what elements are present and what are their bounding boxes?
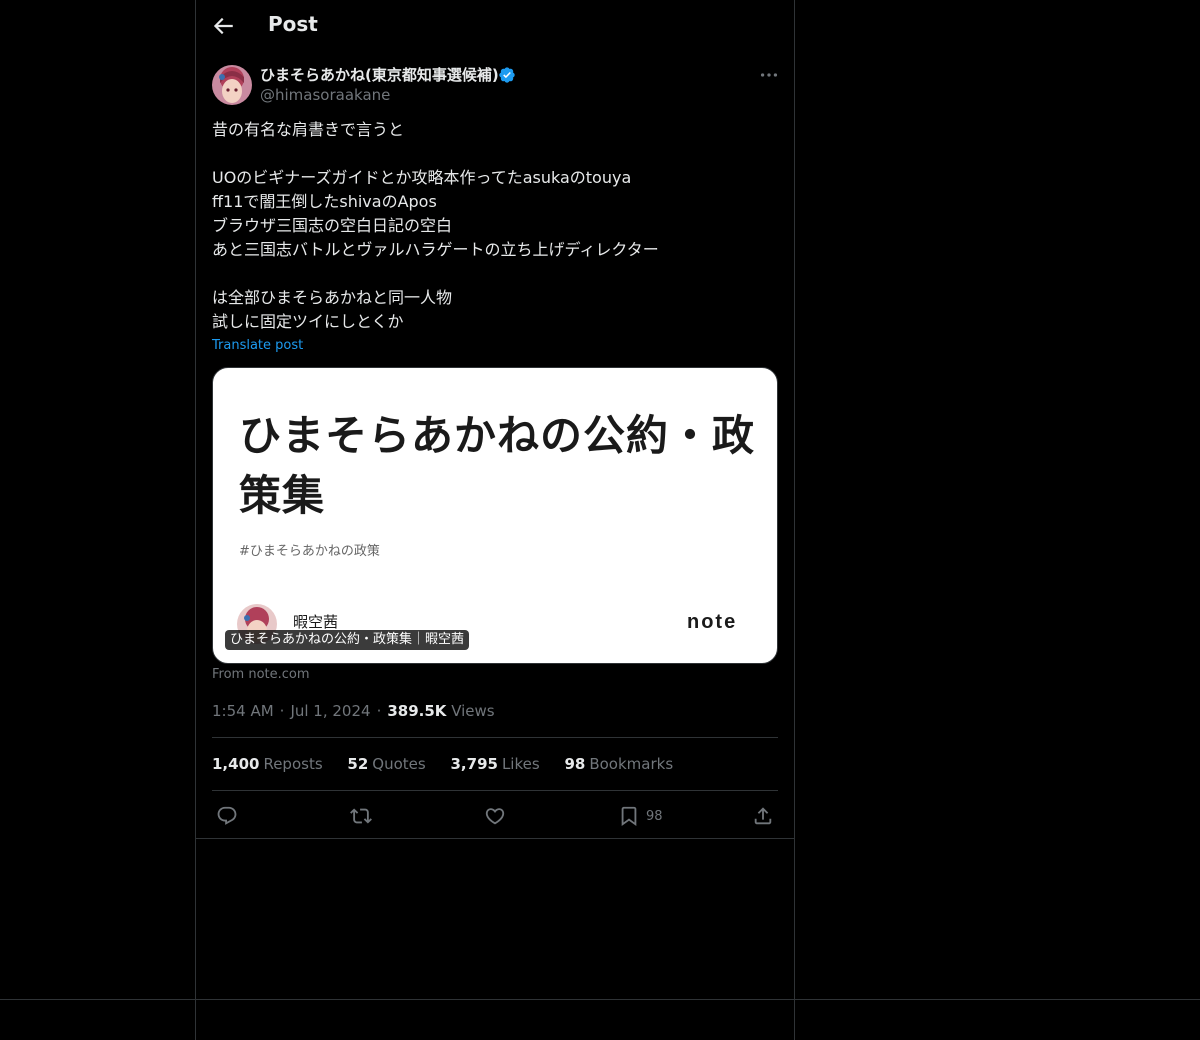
- post-time[interactable]: 1:54 AM: [212, 702, 274, 720]
- bottom-divider: [0, 999, 1200, 1000]
- post-text: 昔の有名な肩書きで言うと UOのビギナーズガイドとか攻略本作ってたasukaのt…: [212, 118, 778, 334]
- more-icon: [760, 73, 778, 77]
- post-line: は全部ひまそらあかねと同一人物: [212, 288, 453, 307]
- card-headline: ひまそらあかねの公約・政策集: [239, 411, 756, 520]
- author-handle[interactable]: @himasoraakane: [260, 86, 390, 104]
- heart-icon: [485, 808, 505, 825]
- post-line: [212, 142, 778, 166]
- views-count: 389.5K: [387, 702, 447, 720]
- top-bar: Post: [196, 0, 794, 53]
- translate-post-link[interactable]: Translate post: [212, 338, 303, 353]
- share-button[interactable]: [752, 804, 774, 828]
- more-options-button[interactable]: [758, 64, 780, 86]
- meta-separator: ·: [279, 702, 285, 720]
- link-card[interactable]: ひまそらあかねの公約・政策集 #ひまそらあかねの政策 暇空茜 note ひまそら…: [212, 367, 778, 664]
- engagement-stats: 1,400 Reposts 52 Quotes 3,795 Likes 98 Bookm…: [212, 755, 693, 773]
- repost-icon: [350, 808, 372, 824]
- card-author-name: 暇空茜: [293, 613, 339, 631]
- reposts-stat[interactable]: 1,400 Reposts: [212, 755, 323, 773]
- post-date[interactable]: Jul 1, 2024: [290, 702, 370, 720]
- post-meta: 1:54 AM · Jul 1, 2024 · 389.5K Views: [212, 702, 495, 720]
- quotes-label: Quotes: [372, 755, 426, 773]
- bookmark-icon: [621, 806, 637, 827]
- repost-button[interactable]: [350, 804, 372, 828]
- reposts-label: Reposts: [263, 755, 323, 773]
- display-name[interactable]: ひまそらあかね(東京都知事選候補): [260, 64, 499, 85]
- post-line: UOのビギナーズガイドとか攻略本作ってたasukaのtouya: [212, 168, 632, 187]
- post-line: あと三国志バトルとヴァルハラゲートの立ち上げディレクター: [212, 240, 659, 259]
- post-line: [212, 262, 778, 286]
- back-button[interactable]: [210, 13, 236, 39]
- arrow-left-icon: [213, 17, 233, 35]
- likes-stat[interactable]: 3,795 Likes: [451, 755, 540, 773]
- card-hashtag: #ひまそらあかねの政策: [239, 544, 380, 559]
- reply-button[interactable]: [216, 804, 238, 828]
- bookmark-count: 98: [646, 808, 663, 824]
- like-button[interactable]: [484, 804, 506, 828]
- divider: [212, 737, 778, 738]
- likes-label: Likes: [501, 755, 540, 773]
- bookmark-button[interactable]: 98: [618, 804, 663, 828]
- right-border: [794, 0, 795, 1040]
- post-line: ff11で闇王倒したshivaのApos: [212, 192, 437, 211]
- card-caption: ひまそらあかねの公約・政策集｜暇空茜: [225, 630, 470, 650]
- meta-separator: ·: [376, 702, 382, 720]
- post-line: 試しに固定ツイにしとくか: [212, 312, 404, 331]
- post-line: ブラウザ三国志の空白日記の空白: [212, 216, 453, 235]
- reply-icon: [217, 806, 237, 825]
- left-border: [195, 0, 196, 1040]
- bookmarks-stat[interactable]: 98 Bookmarks: [564, 755, 673, 773]
- divider: [196, 838, 794, 839]
- page-title: Post: [268, 12, 318, 36]
- likes-count: 3,795: [450, 755, 498, 773]
- card-source[interactable]: From note.com: [212, 667, 310, 682]
- views-label: Views: [451, 702, 495, 720]
- reposts-count: 1,400: [212, 755, 260, 773]
- avatar[interactable]: [212, 65, 252, 105]
- avatar-image: [212, 65, 252, 105]
- quotes-stat[interactable]: 52 Quotes: [347, 755, 425, 773]
- verified-badge-icon: [498, 66, 516, 84]
- share-icon: [754, 807, 772, 825]
- bookmarks-label: Bookmarks: [589, 755, 674, 773]
- bookmarks-count: 98: [564, 755, 586, 773]
- note-logo: note: [687, 611, 738, 633]
- divider: [212, 790, 778, 791]
- action-bar: 98: [196, 800, 794, 832]
- quotes-count: 52: [347, 755, 369, 773]
- post-line: 昔の有名な肩書きで言うと: [212, 120, 405, 139]
